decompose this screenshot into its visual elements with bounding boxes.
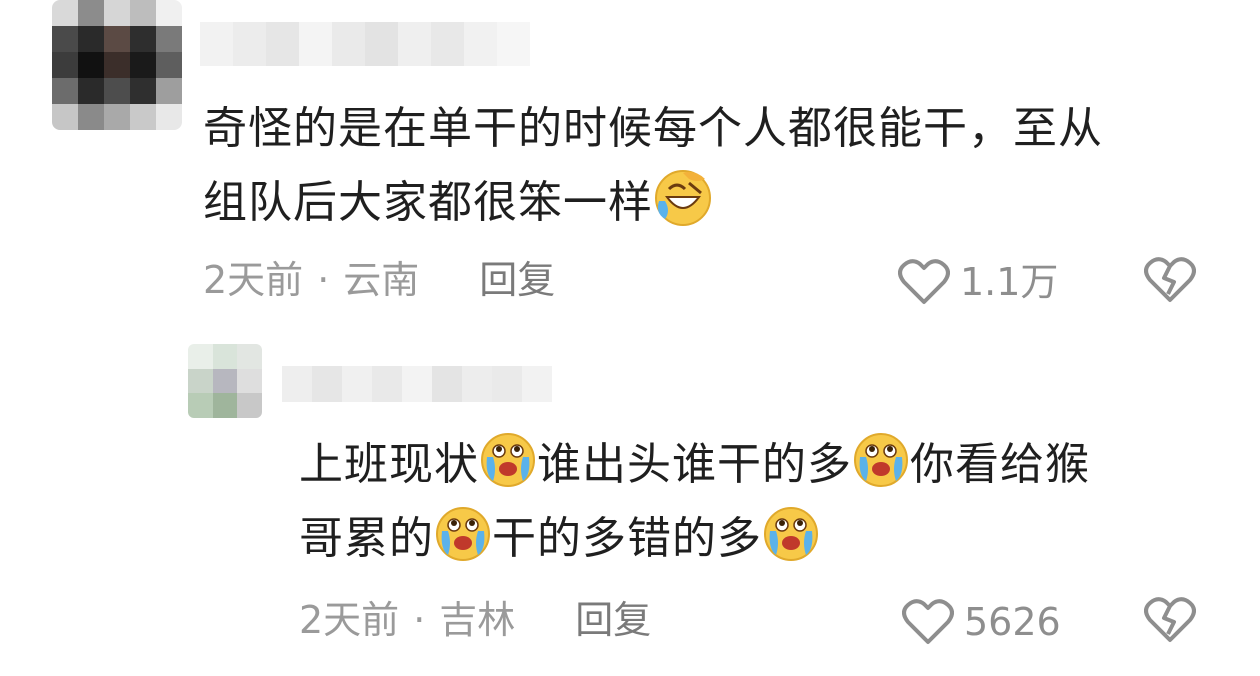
username-blurred[interactable]	[200, 22, 530, 66]
comment-line: 哥累的 干的多错的多	[299, 502, 1199, 576]
reply-button[interactable]: 回复	[575, 600, 651, 640]
separator: ·	[317, 258, 330, 302]
heart-outline-icon	[898, 259, 950, 304]
user-avatar-blurred[interactable]	[52, 0, 182, 130]
crying-face-emoji	[764, 507, 818, 561]
crying-face-emoji	[854, 433, 908, 487]
comment-text: 奇怪的是在单干的时候每个人都很能干，至从 组队后大家都很笨一样	[203, 92, 1213, 240]
comment-line: 奇怪的是在单干的时候每个人都很能干，至从	[203, 103, 1103, 154]
timestamp: 2天前	[203, 258, 304, 302]
comment-meta: 2天前 · 吉林 回复	[299, 600, 651, 640]
laughing-tears-emoji	[655, 170, 711, 226]
like-count: 5626	[964, 600, 1061, 644]
crying-face-emoji	[436, 507, 490, 561]
comment-meta: 2天前 · 云南 回复	[203, 260, 555, 300]
username-blurred[interactable]	[282, 366, 552, 402]
user-avatar-blurred[interactable]	[188, 344, 262, 418]
heart-outline-icon	[902, 599, 954, 644]
location: 吉林	[439, 598, 516, 642]
separator: ·	[413, 598, 426, 642]
broken-heart-icon[interactable]	[1144, 596, 1196, 644]
like-button[interactable]: 1.1万	[898, 258, 1058, 306]
comment-line: 上班现状 谁出头谁干的多 你看给猴	[299, 428, 1199, 502]
comment-text: 上班现状 谁出头谁干的多 你看给猴 哥累的 干的多错的多	[299, 428, 1199, 576]
crying-face-emoji	[481, 433, 535, 487]
like-button[interactable]: 5626	[902, 598, 1061, 646]
broken-heart-icon[interactable]	[1144, 256, 1196, 304]
location: 云南	[343, 258, 420, 302]
timestamp: 2天前	[299, 598, 400, 642]
reply-button[interactable]: 回复	[479, 260, 555, 300]
comment-line: 组队后大家都很笨一样	[203, 166, 1213, 240]
like-count: 1.1万	[960, 260, 1059, 304]
